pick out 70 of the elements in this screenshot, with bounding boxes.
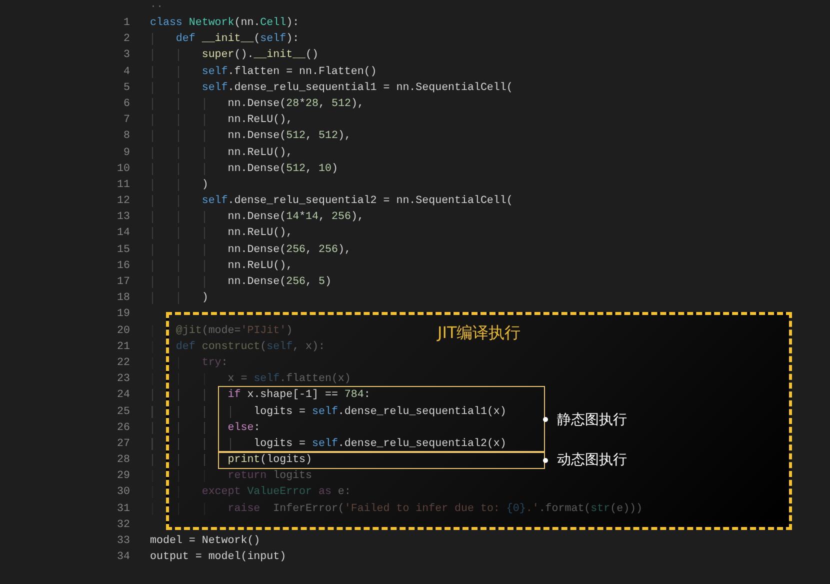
code-line: model = Network() [150,534,260,549]
code-line: ) [150,176,208,194]
line-number: 26 [116,420,130,436]
line-number: 21 [116,340,130,355]
line-number: 15 [116,242,130,258]
code-line: nn.Dense(14*14, 256), [150,209,364,226]
line-number: 34 [116,550,130,566]
code-line: if x.shape[-1] == 784: [150,387,370,404]
line-number: 16 [116,258,130,274]
code-fragment: .. [150,0,163,11]
code-line: super().__init__() [150,47,319,64]
code-line: ) [150,290,208,306]
line-number: 17 [116,275,130,290]
code-line: return logits [150,468,312,484]
line-number: 5 [122,80,130,96]
line-number: 31 [116,502,130,517]
code-line: self.dense_relu_sequential1 = nn.SequentialCell( [150,80,513,96]
code-line: nn.Dense(512, 512), [150,128,351,144]
code-line: logits = self.dense_relu_sequential1(x) [150,404,506,420]
code-line: nn.Dense(256, 5) [150,274,332,290]
code-line: x = self.flatten(x) [150,371,351,388]
line-number: 19 [116,307,130,322]
line-number: 14 [116,226,130,242]
line-number: 18 [116,291,130,306]
annotation-label: 动态图执行 [557,451,627,470]
panel-title: JIT编译执行 [438,322,521,344]
line-number: 9 [122,146,130,160]
line-number: 32 [116,518,130,533]
code-line: self.flatten = nn.Flatten() [150,64,377,80]
code-line: nn.Dense(28*28, 512), [150,96,364,112]
code-line: nn.Dense(512, 10) [150,160,338,177]
code-line: print(logits) [150,452,312,468]
line-number: 23 [116,372,130,388]
line-number: 4 [122,64,130,80]
line-number: 22 [116,356,130,371]
line-number: 24 [116,388,130,404]
annotation-label: 静态图执行 [557,410,627,429]
line-number: 2 [122,32,130,48]
line-number: 20 [116,324,130,339]
line-number: 28 [116,453,130,468]
line-number: 27 [116,436,130,452]
line-number: 33 [116,534,130,549]
code-line: except ValueError as e: [150,484,351,501]
line-number: 7 [122,113,130,128]
code-line: raise InferError('Failed to infer due to: {0}.'.format(str(e))) [150,500,643,517]
line-number: 25 [116,404,130,420]
code-line: self.dense_relu_sequential2 = nn.SequentialCell( [150,193,513,210]
code-line: try: [150,354,228,372]
code-line: @jit(mode='PIJit') [150,322,293,339]
code-line: output = model(input) [150,550,286,566]
code-line: nn.ReLU(), [150,225,293,242]
line-number: 8 [122,129,130,144]
line-number: 3 [122,48,130,64]
line-number: 13 [116,210,130,226]
code-line: nn.ReLU(), [150,258,293,274]
line-number: 6 [122,96,130,112]
line-number: 10 [116,162,130,177]
code-line: class Network(nn.Cell): [150,16,300,31]
code-line: def construct(self, x): [150,338,325,355]
code-line: else: [150,420,260,436]
code-line: nn.ReLU(), [150,112,293,128]
line-number: 29 [116,469,130,484]
code-line: nn.ReLU(), [150,144,293,161]
code-line: def __init__(self): [150,31,300,48]
line-number: 30 [116,485,130,500]
line-number: 11 [116,178,130,193]
code-line: nn.Dense(256, 256), [150,242,351,258]
code-line: logits = self.dense_relu_sequential2(x) [150,436,506,452]
line-number: 1 [122,16,130,31]
line-number: 12 [116,194,130,210]
